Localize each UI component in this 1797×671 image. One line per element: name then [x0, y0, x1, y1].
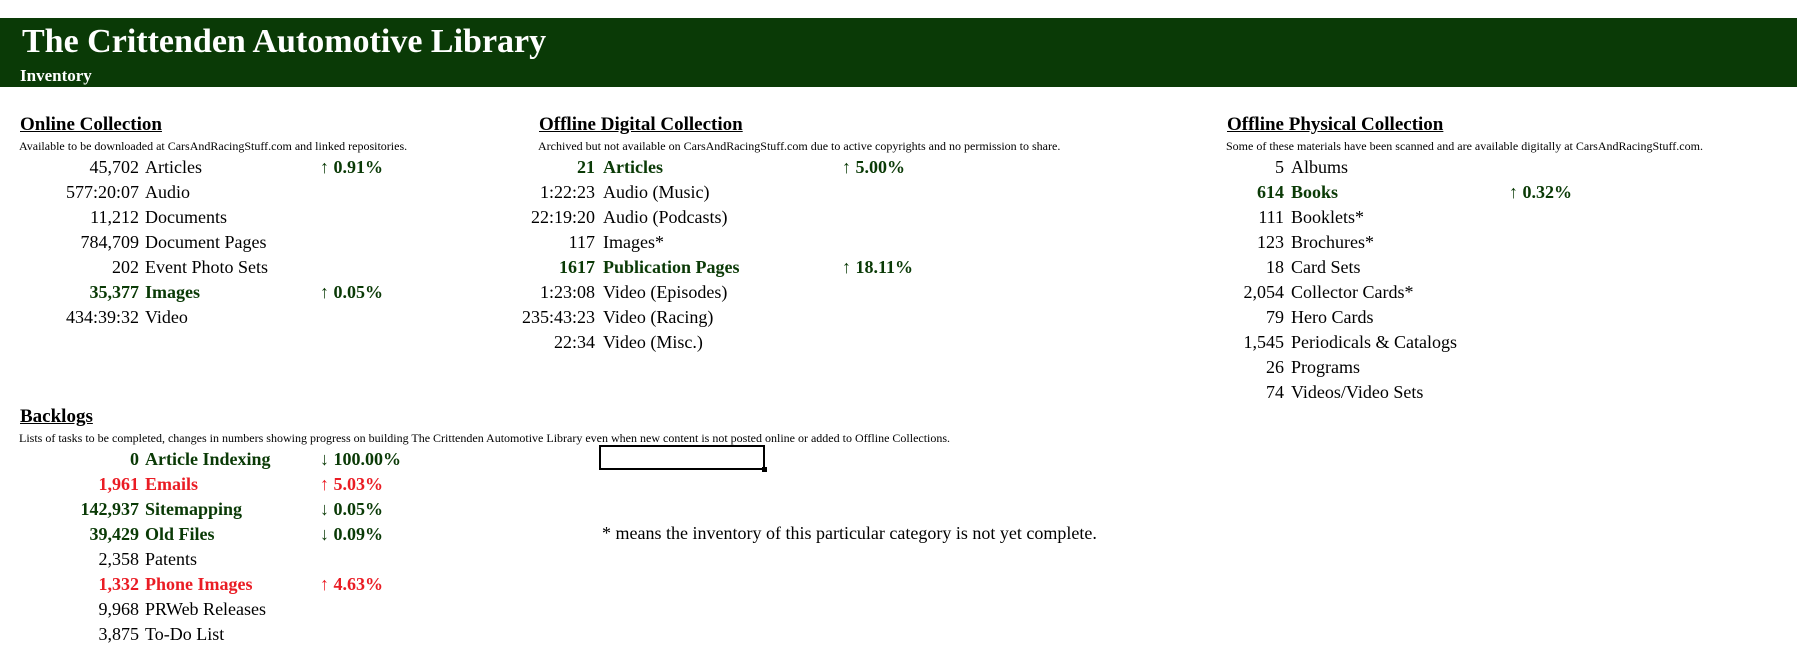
inventory-row: 0 Article Indexing ↓ 100.00%	[0, 447, 600, 472]
offline-physical-collection-description: Some of these materials have been scanne…	[1226, 139, 1703, 153]
offline-digital-collection-description: Archived but not available on CarsAndRac…	[538, 139, 1061, 153]
row-label: Albums	[1291, 157, 1349, 177]
row-change-percent: ↑ 0.32%	[1509, 182, 1572, 202]
offline-digital-collection-title: Offline Digital Collection	[539, 114, 743, 135]
row-label: Sitemapping	[145, 499, 243, 519]
header-banner: The Crittenden Automotive Library Invent…	[0, 18, 1797, 87]
row-change-percent: ↓ 0.09%	[320, 524, 383, 544]
inventory-row: 9,968 PRWeb Releases	[0, 597, 600, 622]
row-count: 3,875	[98, 624, 140, 644]
row-count: 123	[1257, 232, 1284, 252]
row-count: 74	[1266, 382, 1284, 402]
row-count: 2,358	[98, 549, 140, 569]
row-count: 0	[130, 449, 139, 469]
row-count: 111	[1258, 207, 1284, 227]
inventory-row: 123 Brochures*	[0, 230, 1797, 255]
inventory-row: 614 Books ↑ 0.32%	[0, 180, 1797, 205]
row-label: Hero Cards	[1291, 307, 1374, 327]
offline-physical-collection-list: 5 Albums 614 Books ↑ 0.32% 111 Booklets* 123 Bro…	[0, 155, 1797, 405]
row-count: 1,332	[98, 574, 140, 594]
inventory-row: 5 Albums	[0, 155, 1797, 180]
row-label: Article Indexing	[145, 449, 271, 469]
row-label: Brochures*	[1291, 232, 1374, 252]
footnote: * means the inventory of this particular…	[602, 523, 1097, 543]
row-label: Books	[1291, 182, 1339, 202]
inventory-row: 142,937 Sitemapping ↓ 0.05%	[0, 497, 600, 522]
row-label: Booklets*	[1291, 207, 1365, 227]
inventory-row: 2,358 Patents	[0, 547, 600, 572]
row-label: To-Do List	[145, 624, 225, 644]
row-label: Old Files	[145, 524, 215, 544]
row-label: Emails	[145, 474, 199, 494]
row-count: 614	[1257, 182, 1284, 202]
inventory-row: 1,332 Phone Images ↑ 4.63%	[0, 572, 600, 597]
inventory-row: 79 Hero Cards	[0, 305, 1797, 330]
row-count: 2,054	[1243, 282, 1285, 302]
backlogs-title: Backlogs	[20, 406, 93, 427]
row-change-percent: ↑ 4.63%	[320, 574, 383, 594]
row-change-percent: ↑ 5.03%	[320, 474, 383, 494]
row-label: Collector Cards*	[1291, 282, 1414, 302]
inventory-row: 39,429 Old Files ↓ 0.09%	[0, 522, 600, 547]
online-collection-title: Online Collection	[20, 114, 162, 135]
backlogs-list: 0 Article Indexing ↓ 100.00% 1,961 Emails ↑ 5…	[0, 447, 600, 647]
backlogs-description: Lists of tasks to be completed, changes …	[19, 431, 951, 445]
row-label: Videos/Video Sets	[1291, 382, 1424, 402]
page-subtitle: Inventory	[20, 66, 92, 85]
row-count: 18	[1266, 257, 1284, 277]
inventory-row: 1,961 Emails ↑ 5.03%	[0, 472, 600, 497]
inventory-row: 2,054 Collector Cards*	[0, 280, 1797, 305]
row-label: Phone Images	[145, 574, 253, 594]
row-count: 1,545	[1243, 332, 1285, 352]
page-title: The Crittenden Automotive Library	[22, 23, 547, 60]
row-change-percent: ↓ 100.00%	[320, 449, 401, 469]
row-count: 5	[1275, 157, 1284, 177]
row-count: 1,961	[98, 474, 140, 494]
row-change-percent: ↓ 0.05%	[320, 499, 383, 519]
inventory-row: 74 Videos/Video Sets	[0, 380, 1797, 405]
cell-fill-handle[interactable]	[762, 467, 767, 472]
row-label: PRWeb Releases	[145, 599, 267, 619]
row-count: 39,429	[89, 524, 140, 544]
inventory-row: 111 Booklets*	[0, 205, 1797, 230]
inventory-row: 26 Programs	[0, 355, 1797, 380]
row-label: Periodicals & Catalogs	[1291, 332, 1457, 352]
offline-physical-collection-title: Offline Physical Collection	[1227, 114, 1444, 135]
row-count: 26	[1266, 357, 1284, 377]
inventory-row: 3,875 To-Do List	[0, 622, 600, 647]
row-count: 142,937	[80, 499, 140, 519]
inventory-row: 1,545 Periodicals & Catalogs	[0, 330, 1797, 355]
selected-cell[interactable]	[599, 445, 765, 470]
online-collection-description: Available to be downloaded at CarsAndRac…	[19, 139, 408, 153]
row-count: 79	[1266, 307, 1284, 327]
row-label: Card Sets	[1291, 257, 1361, 277]
row-count: 9,968	[98, 599, 140, 619]
inventory-row: 18 Card Sets	[0, 255, 1797, 280]
row-label: Programs	[1291, 357, 1360, 377]
row-label: Patents	[145, 549, 197, 569]
